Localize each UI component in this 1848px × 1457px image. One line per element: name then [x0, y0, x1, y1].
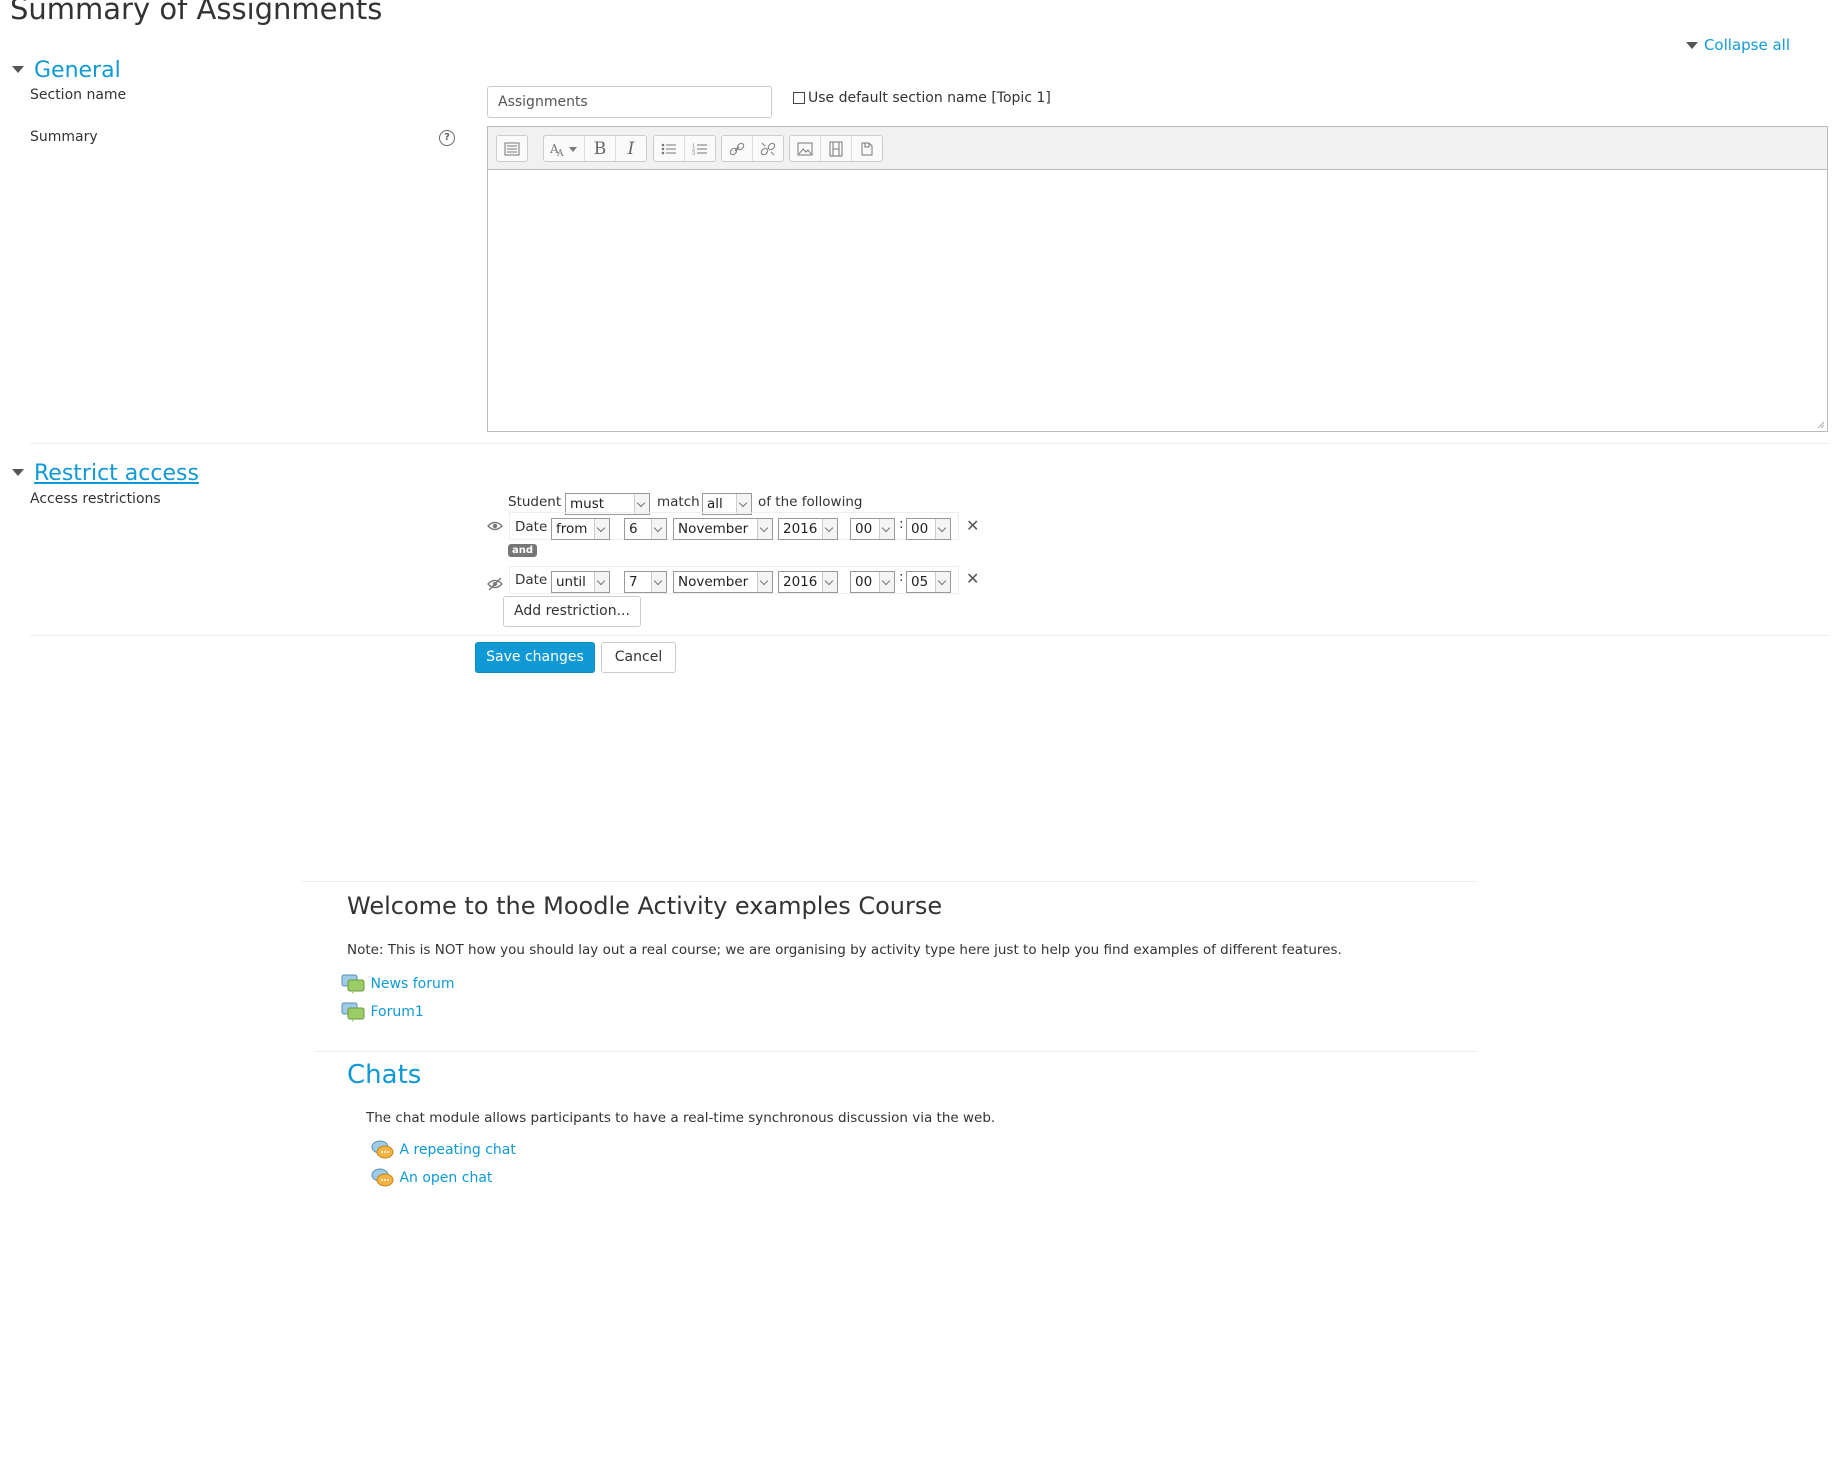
unlink-icon[interactable] — [753, 136, 783, 161]
toolbar-group-collapse — [496, 135, 528, 162]
hour-select[interactable]: 00 — [850, 571, 895, 593]
summary-editor[interactable]: AA B I 123 — [487, 126, 1828, 432]
section-name-input[interactable] — [487, 86, 772, 118]
use-default-name-checkbox[interactable]: Use default section name [Topic 1] — [793, 90, 1051, 106]
media-icon[interactable] — [821, 136, 852, 161]
link-icon[interactable] — [722, 136, 753, 161]
dropdown-arrow-icon — [736, 494, 751, 514]
forum-icon — [341, 1002, 365, 1022]
chats-section-title[interactable]: Chats — [347, 1060, 421, 1090]
section-divider — [30, 635, 1828, 636]
forum-icon — [341, 974, 365, 994]
eye-icon[interactable] — [487, 520, 503, 532]
collapse-triangle-icon — [1685, 42, 1698, 49]
section-name-label: Section name — [30, 87, 127, 103]
course-divider — [316, 1051, 1477, 1052]
toolbar-group-media — [789, 135, 883, 162]
dropdown-arrow-icon — [757, 519, 772, 539]
checkbox[interactable] — [793, 92, 805, 104]
direction-select[interactable]: from — [551, 518, 610, 540]
unordered-list-icon[interactable] — [654, 136, 685, 161]
toolbar-group-format: AA B I — [543, 135, 647, 162]
year-select[interactable]: 2016 — [778, 518, 838, 540]
toolbar-group-links — [721, 135, 784, 162]
dropdown-arrow-icon — [822, 519, 837, 539]
expand-triangle-icon — [12, 65, 24, 73]
course-divider — [302, 881, 1477, 882]
summary-label: Summary — [30, 129, 98, 145]
save-changes-button[interactable]: Save changes — [475, 642, 595, 673]
general-section-toggle[interactable]: General — [12, 58, 121, 83]
dropdown-arrow-icon — [822, 572, 837, 592]
section-divider — [30, 443, 1828, 444]
dropdown-arrow-icon — [935, 572, 950, 592]
dropdown-arrow-icon — [594, 519, 609, 539]
svg-text:A: A — [556, 149, 564, 157]
toolbar-group-lists: 123 — [653, 135, 716, 162]
minute-select[interactable]: 05 — [906, 571, 951, 593]
year-select[interactable]: 2016 — [778, 571, 838, 593]
day-select[interactable]: 7 — [624, 571, 667, 593]
dropdown-arrow-icon — [594, 572, 609, 592]
dropdown-arrow-icon — [879, 519, 894, 539]
editor-content-area[interactable] — [488, 170, 1827, 431]
dropdown-arrow-icon — [935, 519, 950, 539]
add-restriction-button[interactable]: Add restriction... — [503, 596, 641, 627]
cancel-button[interactable]: Cancel — [601, 642, 676, 673]
activity-repeating-chat[interactable]: A repeating chat — [371, 1139, 516, 1161]
svg-text:3: 3 — [692, 151, 695, 156]
italic-icon[interactable]: I — [616, 136, 646, 161]
hour-select[interactable]: 00 — [850, 518, 895, 540]
chat-icon — [371, 1168, 394, 1187]
month-select[interactable]: November — [673, 571, 773, 593]
eye-hidden-icon[interactable] — [487, 577, 503, 591]
and-badge: and — [508, 544, 538, 557]
course-title: Welcome to the Moodle Activity examples … — [347, 892, 943, 920]
remove-condition-icon[interactable]: ✕ — [966, 516, 979, 535]
access-restrictions-label: Access restrictions — [30, 491, 161, 507]
remove-condition-icon[interactable]: ✕ — [966, 569, 979, 588]
activity-open-chat[interactable]: An open chat — [371, 1167, 492, 1189]
editor-toolbar: AA B I 123 — [488, 127, 1827, 170]
collapse-all-link[interactable]: Collapse all — [1685, 36, 1790, 54]
activity-news-forum[interactable]: News forum — [341, 974, 455, 994]
minute-select[interactable]: 00 — [906, 518, 951, 540]
month-select[interactable]: November — [673, 518, 773, 540]
ordered-list-icon[interactable]: 123 — [685, 136, 715, 161]
dropdown-arrow-icon — [651, 572, 666, 592]
student-label: Student — [508, 494, 562, 510]
bold-icon[interactable]: B — [585, 136, 616, 161]
of-following-label: of the following — [758, 494, 863, 510]
dropdown-arrow-icon — [879, 572, 894, 592]
help-icon[interactable]: ? — [439, 130, 455, 146]
dropdown-arrow-icon — [634, 494, 649, 514]
page-title: Summary of Assignments — [10, 0, 383, 26]
date-label: Date — [515, 572, 548, 588]
dropdown-arrow-icon — [651, 519, 666, 539]
image-icon[interactable] — [790, 136, 821, 161]
file-icon[interactable] — [852, 136, 882, 161]
activity-forum1[interactable]: Forum1 — [341, 1002, 424, 1022]
expand-triangle-icon — [12, 468, 24, 476]
dropdown-arrow-icon — [757, 572, 772, 592]
restrict-access-section-toggle[interactable]: Restrict access — [12, 461, 199, 486]
direction-select[interactable]: until — [551, 571, 610, 593]
date-label: Date — [515, 519, 548, 535]
chat-icon — [371, 1140, 394, 1159]
collapse-icon[interactable] — [497, 136, 527, 161]
day-select[interactable]: 6 — [624, 518, 667, 540]
time-separator: : — [899, 569, 904, 585]
chats-description: The chat module allows participants to h… — [366, 1110, 996, 1126]
match-label: match — [657, 494, 700, 510]
course-note: Note: This is NOT how you should lay out… — [347, 942, 1342, 958]
font-style-icon[interactable]: AA — [544, 136, 585, 161]
time-separator: : — [899, 516, 904, 532]
resize-handle-icon[interactable] — [1817, 421, 1825, 429]
